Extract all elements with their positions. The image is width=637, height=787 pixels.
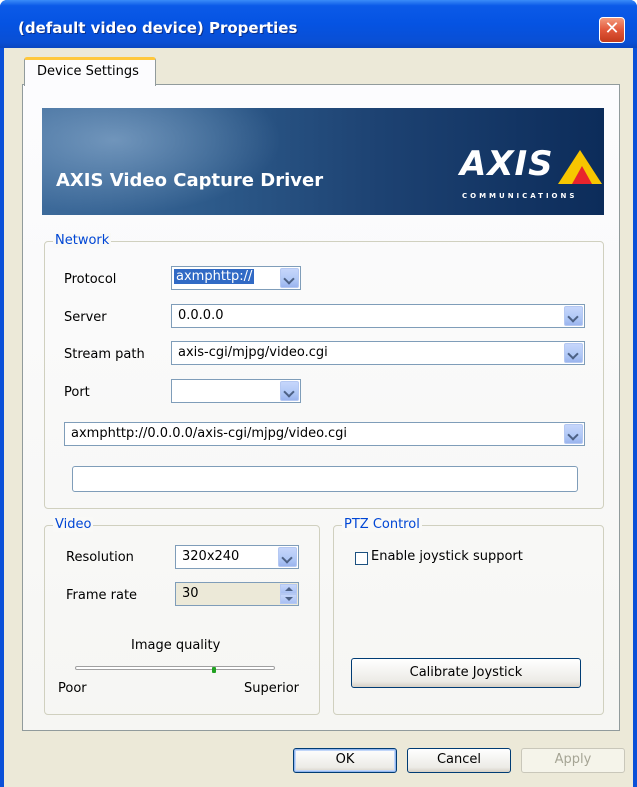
cancel-button[interactable]: Cancel	[407, 748, 511, 773]
axis-triangle-red-icon	[572, 166, 592, 184]
resolution-label: Resolution	[66, 550, 134, 565]
axis-logo-text: AXIS	[460, 144, 554, 184]
chevron-down-icon[interactable]	[564, 343, 583, 363]
full-url-value: axmphttp://0.0.0.0/axis-cgi/mjpg/video.c…	[71, 426, 347, 441]
chevron-down-icon[interactable]	[564, 306, 583, 326]
ok-button[interactable]: OK	[293, 748, 397, 773]
title-bar[interactable]: (default video device) Properties ✕	[0, 0, 637, 48]
device-settings-panel: AXIS Video Capture Driver AXIS COMMUNICA…	[22, 84, 620, 731]
port-select[interactable]	[171, 379, 301, 403]
stream-path-select[interactable]: axis-cgi/mjpg/video.cgi	[171, 341, 585, 365]
joystick-label[interactable]: Enable joystick support	[371, 549, 523, 564]
frame-rate-label: Frame rate	[66, 588, 138, 603]
resolution-value: 320x240	[182, 549, 240, 564]
image-quality-label: Image quality	[131, 638, 221, 653]
network-group: Network Protocol axmphttp:// Server 0.0.…	[44, 233, 604, 509]
axis-logo-subtext: COMMUNICATIONS	[462, 192, 578, 200]
video-group-label: Video	[53, 517, 94, 532]
tab-device-settings[interactable]: Device Settings	[24, 57, 156, 86]
dialog-client: Device Settings AXIS Video Capture Drive…	[4, 48, 633, 787]
protocol-label: Protocol	[64, 272, 117, 287]
protocol-value: axmphttp://	[174, 269, 255, 284]
video-group: Video Resolution 320x240 Frame rate 30 I…	[44, 517, 320, 715]
ptz-group-label: PTZ Control	[342, 517, 422, 532]
server-value: 0.0.0.0	[178, 308, 224, 323]
server-select[interactable]: 0.0.0.0	[171, 304, 585, 328]
ok-label: OK	[335, 752, 355, 767]
superior-label: Superior	[244, 681, 299, 696]
spin-up-icon[interactable]	[280, 584, 297, 594]
tab-label: Device Settings	[37, 64, 139, 79]
slider-thumb[interactable]	[211, 667, 216, 673]
calibrate-label: Calibrate Joystick	[409, 665, 523, 680]
chevron-down-icon[interactable]	[564, 424, 583, 444]
window-title: (default video device) Properties	[18, 19, 298, 37]
stream-path-label: Stream path	[64, 347, 145, 362]
banner-title: AXIS Video Capture Driver	[56, 170, 324, 191]
apply-button[interactable]: Apply	[521, 748, 625, 773]
axis-banner: AXIS Video Capture Driver AXIS COMMUNICA…	[42, 108, 604, 215]
spin-down-icon[interactable]	[280, 594, 297, 604]
close-icon: ✕	[604, 18, 620, 39]
chevron-down-icon[interactable]	[280, 268, 299, 288]
full-url-select[interactable]: axmphttp://0.0.0.0/axis-cgi/mjpg/video.c…	[64, 422, 585, 446]
image-quality-slider[interactable]	[75, 666, 275, 673]
frame-rate-spinner[interactable]: 30	[175, 582, 299, 606]
close-button[interactable]: ✕	[599, 17, 625, 43]
frame-rate-value: 30	[182, 586, 199, 601]
chevron-down-icon[interactable]	[280, 381, 299, 401]
resolution-select[interactable]: 320x240	[175, 545, 299, 569]
cancel-label: Cancel	[436, 752, 482, 767]
joystick-checkbox[interactable]	[355, 552, 368, 565]
status-textbox[interactable]	[72, 466, 578, 492]
protocol-select[interactable]: axmphttp://	[171, 266, 301, 290]
network-group-label: Network	[53, 233, 112, 248]
banner-photo	[42, 108, 282, 215]
poor-label: Poor	[58, 681, 87, 696]
ptz-group: PTZ Control Enable joystick support Cali…	[333, 517, 604, 715]
server-label: Server	[64, 310, 107, 325]
port-label: Port	[64, 385, 90, 400]
axis-logo: AXIS COMMUNICATIONS	[460, 144, 602, 204]
apply-label: Apply	[554, 752, 592, 767]
calibrate-joystick-button[interactable]: Calibrate Joystick	[351, 658, 581, 688]
properties-window: (default video device) Properties ✕ Devi…	[0, 0, 637, 787]
chevron-down-icon[interactable]	[278, 547, 297, 567]
stream-path-value: axis-cgi/mjpg/video.cgi	[178, 345, 328, 360]
